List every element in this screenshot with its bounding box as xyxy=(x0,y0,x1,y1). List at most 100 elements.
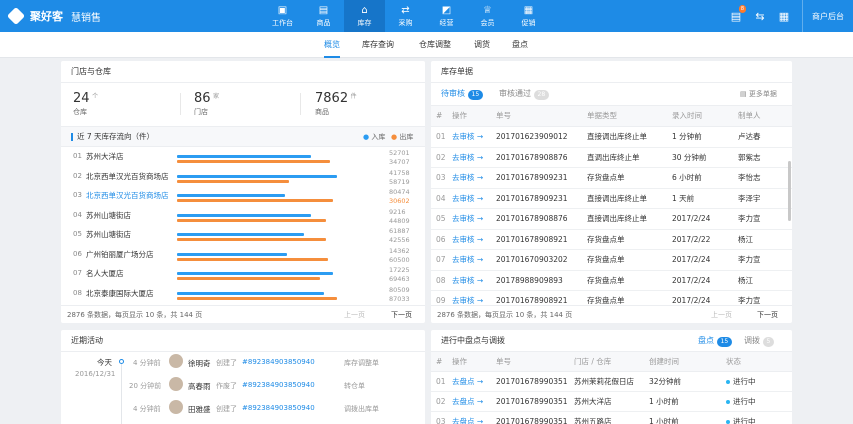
col-header: 单号 xyxy=(496,111,511,120)
out-bar xyxy=(177,296,337,300)
doc-number: 201701678990351 xyxy=(496,397,568,406)
stocktake-link[interactable]: 去盘点 → xyxy=(452,372,483,392)
created-time: 1 小时前 xyxy=(649,417,679,424)
nav-label: 库存 xyxy=(357,18,372,27)
tab-overview[interactable]: 概览 xyxy=(324,32,340,58)
tab-transfer[interactable]: 调货 xyxy=(474,32,490,58)
prev-page-button[interactable]: 上一页 xyxy=(711,306,732,324)
prev-page-button[interactable]: 上一页 xyxy=(344,306,365,324)
nav-item-0[interactable]: ▣ 工作台 xyxy=(262,0,303,32)
switch-icon[interactable]: ⇆ xyxy=(748,10,772,23)
flow-row[interactable]: 06 广州铂丽厦广场分店 14362 60500 xyxy=(61,246,425,265)
col-header: 制单人 xyxy=(738,111,761,120)
activity-time: 4 分钟前 xyxy=(133,405,161,413)
admin-link[interactable]: 商户后台 xyxy=(803,11,853,22)
flow-row[interactable]: 08 北京泰康国际大厦店 80509 87033 xyxy=(61,285,425,304)
stat-product[interactable]: 7862 件 商品 xyxy=(315,91,357,117)
nav-item-4[interactable]: ◩ 经营 xyxy=(426,0,467,32)
entry-time: 2017/2/24 xyxy=(672,296,711,305)
stat-store[interactable]: 86 家 门店 xyxy=(194,91,219,117)
accent-bar xyxy=(71,133,73,141)
out-value: 60500 xyxy=(389,255,410,264)
stat-warehouse[interactable]: 24 个 仓库 xyxy=(73,91,98,117)
nav-icon: ⌂ xyxy=(361,4,368,16)
stocktake-link[interactable]: 去盘点 → xyxy=(452,392,483,412)
out-value: 69463 xyxy=(389,275,410,283)
flow-rank: 01 xyxy=(73,152,82,160)
status-label: 进行中 xyxy=(733,417,756,424)
doc-number: 20178988909893 xyxy=(496,275,563,285)
table-row: 08 去审核 → 20178988909893 存货盘点单 2017/2/24 杨江 xyxy=(431,271,792,291)
col-header: 单据类型 xyxy=(587,111,617,120)
stat-label: 商品 xyxy=(315,108,329,116)
stocktake-card: 进行中盘点与调拨 盘点 15 调拨 5 # 操作 单号 门店 / 仓库 创建时间… xyxy=(431,330,792,424)
main-nav: ▣ 工作台 ▤ 商品 ⌂ 库存 ⇄ 采购 ◩ 经营 ♕ 会员 ▦ 促销 xyxy=(262,0,549,32)
stat-value: 86 xyxy=(194,91,211,106)
col-header: # xyxy=(436,111,443,120)
grid-icon[interactable]: ▦ xyxy=(772,10,796,23)
more-docs-link[interactable]: ▤ 更多单据 xyxy=(740,83,777,105)
review-link[interactable]: 去审核 → xyxy=(452,189,483,209)
flow-row[interactable]: 05 苏州山塘街店 61887 42556 xyxy=(61,226,425,245)
nav-item-3[interactable]: ⇄ 采购 xyxy=(385,0,426,32)
doc-type: 直接调出库终止单 xyxy=(587,132,647,141)
activity-code-link[interactable]: #892384903850940 xyxy=(242,381,315,389)
tab-transfer-count[interactable]: 调拨 5 xyxy=(744,330,775,352)
doc-maker: 李力宣 xyxy=(738,296,761,305)
tab-stocktake[interactable]: 盘点 xyxy=(512,32,528,58)
flow-row[interactable]: 01 苏州大洋店 52701 34707 xyxy=(61,148,425,167)
flow-row[interactable]: 02 北京西单汉光百货商场店 41758 58719 xyxy=(61,168,425,187)
nav-icon: ◩ xyxy=(441,4,452,16)
activity-code-link[interactable]: #892384903850940 xyxy=(242,358,315,366)
scrollbar[interactable] xyxy=(788,161,791,221)
review-link[interactable]: 去审核 → xyxy=(452,127,483,147)
flow-row[interactable]: 04 苏州山塘街店 9216 44809 xyxy=(61,207,425,226)
flow-row[interactable]: 07 名人大厦店 17225 69463 xyxy=(61,265,425,284)
entry-time: 30 分钟前 xyxy=(672,152,707,162)
col-header: 状态 xyxy=(726,357,741,366)
activity-user: 徐明奇 xyxy=(188,359,211,368)
out-value: 44809 xyxy=(389,216,410,225)
doc-type: 存货盘点单 xyxy=(587,173,625,182)
tab-stocktake-count[interactable]: 盘点 15 xyxy=(698,330,733,352)
notification-icon[interactable]: ▤ 8 xyxy=(724,4,748,23)
table-body: 01 去审核 → 201701623909012 直接调出库终止单 1 分钟前 卢达春 02… xyxy=(431,127,792,305)
next-page-button[interactable]: 下一页 xyxy=(757,306,778,324)
entry-time: 2017/2/22 xyxy=(672,234,711,244)
tab-label: 审核通过 xyxy=(499,89,531,98)
logo[interactable]: 聚好客 慧销售 xyxy=(6,6,101,26)
review-link[interactable]: 去审核 → xyxy=(452,271,483,291)
created-time: 1 小时前 xyxy=(649,397,679,406)
col-header: 创建时间 xyxy=(649,357,679,366)
activity-code-link[interactable]: #892384903850940 xyxy=(242,404,315,412)
nav-item-1[interactable]: ▤ 商品 xyxy=(303,0,344,32)
review-link[interactable]: 去审核 → xyxy=(452,250,483,270)
nav-item-6[interactable]: ▦ 促销 xyxy=(508,0,549,32)
col-header: 录入时间 xyxy=(672,111,702,120)
activity-doc-type: 调拨出库单 xyxy=(344,405,379,413)
tab-approved[interactable]: 审核通过 28 xyxy=(499,83,550,105)
entry-time: 1 天前 xyxy=(672,193,695,203)
nav-item-2[interactable]: ⌂ 库存 xyxy=(344,0,385,32)
flow-row[interactable]: 03 北京西单汉光百货商场店 80474 30602 xyxy=(61,187,425,206)
review-link[interactable]: 去审核 → xyxy=(452,291,483,305)
review-link[interactable]: 去审核 → xyxy=(452,230,483,250)
in-value: 17225 xyxy=(389,266,410,274)
out-value: 30602 xyxy=(389,197,410,205)
review-link[interactable]: 去审核 → xyxy=(452,209,483,229)
out-bar xyxy=(177,199,334,202)
stocktake-link[interactable]: 去盘点 → xyxy=(452,412,483,424)
tab-warehouse-adjust[interactable]: 仓库调整 xyxy=(419,32,451,58)
tab-pending-review[interactable]: 待审核 15 xyxy=(441,83,484,105)
activity-user: 高春雨 xyxy=(188,382,211,391)
review-link[interactable]: 去审核 → xyxy=(452,148,483,168)
tab-inventory-query[interactable]: 库存查询 xyxy=(362,32,394,58)
review-link[interactable]: 去审核 → xyxy=(452,168,483,188)
print-icon: ▤ xyxy=(740,90,747,98)
nav-item-5[interactable]: ♕ 会员 xyxy=(467,0,508,32)
stat-value: 7862 xyxy=(315,91,349,106)
count-badge: 5 xyxy=(762,337,775,347)
out-bar xyxy=(177,160,330,163)
next-page-button[interactable]: 下一页 xyxy=(391,306,412,324)
entry-time: 2017/2/24 xyxy=(672,214,711,223)
